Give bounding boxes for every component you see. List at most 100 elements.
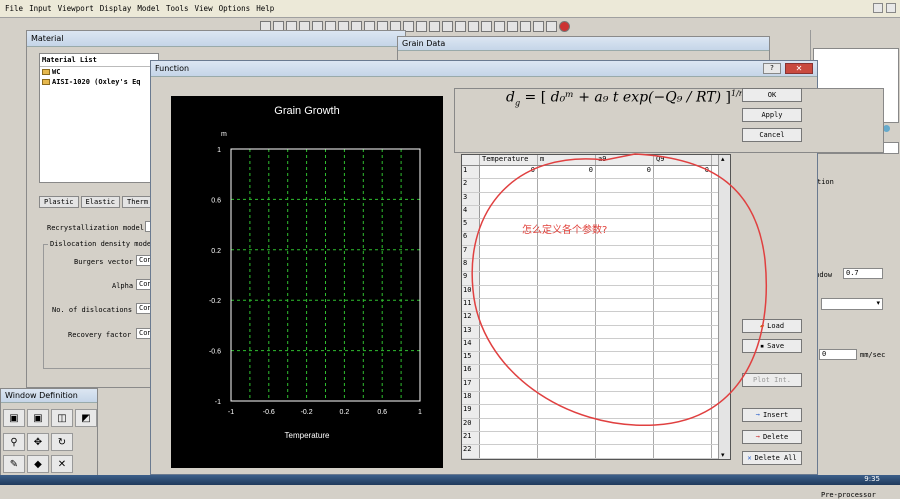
x-tick-label: 0.6 [377,409,387,416]
cube-view-icon[interactable]: ▣ [27,409,49,427]
chart-title: Grain Growth [274,105,339,117]
table-row[interactable]: 21 [462,431,730,446]
toolbar-icon[interactable] [520,20,531,32]
table-cell[interactable] [596,445,654,458]
row-number: 22 [462,445,480,458]
dislocation-group: Dislocation density mode Burgers vector … [43,240,157,369]
field-label: Burgers vector [74,258,134,266]
table-cell[interactable] [654,431,712,445]
grain-data-title: Grain Data [402,39,446,48]
toolbar-icon[interactable] [416,20,427,32]
eraser-icon[interactable]: ◆ [27,455,49,473]
y-tick-label: 0.6 [211,197,221,204]
ok-button[interactable]: OK [742,88,802,102]
menu-viewport[interactable]: Viewport [55,4,97,13]
function-titlebar[interactable]: Function ? ✕ [151,61,817,77]
help-button[interactable]: ? [763,63,781,74]
gear-icon [883,125,890,132]
toolbar-icon[interactable] [507,20,518,32]
toolbar-icon[interactable] [481,20,492,32]
red-circle-annotation [471,153,768,426]
toolbar-icon[interactable] [533,20,544,32]
chevron-down-icon: ▾ [876,299,880,307]
menu-file[interactable]: File [2,4,26,13]
table-row[interactable]: 22 [462,445,730,459]
grain-data-window: Grain Data [397,36,770,62]
table-cell[interactable] [654,445,712,458]
menu-model[interactable]: Model [134,4,163,13]
x-axis-label: Temperature [285,431,330,440]
list-item[interactable]: WC [40,67,158,77]
grain-growth-chart: Grain Growth m Temperature -1 -0.6 -0.2 0.2… [171,96,443,468]
y-tick-label: -0.2 [209,298,221,305]
material-list[interactable]: Material List WC AISI-1020 (Oxley's Eq [39,53,159,183]
table-cell[interactable] [480,445,538,458]
pan-icon[interactable]: ✥ [27,433,49,451]
grain-data-titlebar[interactable]: Grain Data [398,37,769,51]
mode-label: Pre-processor [821,491,876,499]
taskbar: 9:35 [0,475,900,485]
rotate-icon[interactable]: ↻ [51,433,73,451]
table-cell[interactable] [538,445,596,458]
menu-help[interactable]: Help [253,4,277,13]
speed-unit: mm/sec [860,351,886,359]
menu-view[interactable]: View [192,4,216,13]
tab-thermal[interactable]: Therm [122,196,154,208]
dislocation-group-label: Dislocation density mode [48,240,154,248]
field-label: Recovery factor [68,331,132,339]
scroll-down-icon[interactable]: ▾ [721,451,725,459]
close-icon[interactable]: ✕ [51,455,73,473]
material-list-header: Material List [40,54,158,67]
toolbar-icon[interactable] [468,20,479,32]
restore-icon[interactable] [873,3,883,13]
tab-elastic[interactable]: Elastic [80,196,121,208]
speed-field[interactable]: 0 [819,349,857,360]
toolbar-icon[interactable] [455,20,466,32]
apply-button[interactable]: Apply [742,108,802,122]
toolbar-icon[interactable] [429,20,440,32]
table-cell[interactable] [538,431,596,445]
clock: 9:35 [864,475,880,483]
material-tabs: Plastic Elastic Therm [39,196,154,208]
toolbar-icon[interactable] [442,20,453,32]
material-titlebar[interactable]: Material [27,31,405,47]
material-title: Material [31,34,64,43]
y-tick-label: -1 [215,399,221,406]
y-tick-label: -0.6 [209,349,221,356]
table-cell[interactable] [480,431,538,445]
cylinder-view-icon[interactable]: ◫ [51,409,73,427]
x-tick-label: -0.6 [263,409,275,416]
function-title: Function [155,64,190,73]
toolbar-icon[interactable] [546,20,557,32]
list-item[interactable]: AISI-1020 (Oxley's Eq [40,77,158,87]
panel-dropdown[interactable]: ▾ [821,298,883,310]
menu-bar: File Input Viewport Display Model Tools … [0,0,900,18]
stop-icon[interactable] [559,20,570,32]
folder-icon [42,69,50,75]
cube-view-icon[interactable]: ▣ [3,409,25,427]
table-cell[interactable] [596,431,654,445]
x-tick-label: -1 [228,409,234,416]
menu-display[interactable]: Display [97,4,135,13]
close-button[interactable]: ✕ [785,63,813,74]
zoom-icon[interactable]: ⚲ [3,433,25,451]
delete-button[interactable]: ➞ Delete [742,430,802,444]
toolbar-icon[interactable] [494,20,505,32]
menu-tools[interactable]: Tools [163,4,192,13]
window-value-field[interactable]: 0.7 [843,268,883,279]
annotation-text: 怎么定义各个参数? [522,225,608,236]
x-tick-label: 0.2 [340,409,350,416]
y-tick-label: 0.2 [211,248,221,255]
menu-input[interactable]: Input [26,4,55,13]
close-icon[interactable] [886,3,896,13]
grain-growth-formula: dg = [ d₀ᵐ + a₉ t exp(−Q₉ / RT) ]1/m [506,89,747,108]
menu-options[interactable]: Options [216,4,254,13]
cube-view-icon[interactable]: ◩ [75,409,97,427]
pencil-icon[interactable]: ✎ [3,455,25,473]
y-axis-label: m [221,131,227,138]
app-window-controls [873,3,897,15]
field-label: Alpha [112,282,134,290]
delete-all-button[interactable]: ✕ Delete All [742,451,802,465]
tab-plastic[interactable]: Plastic [39,196,79,208]
x-tick-label: 1 [418,409,422,416]
